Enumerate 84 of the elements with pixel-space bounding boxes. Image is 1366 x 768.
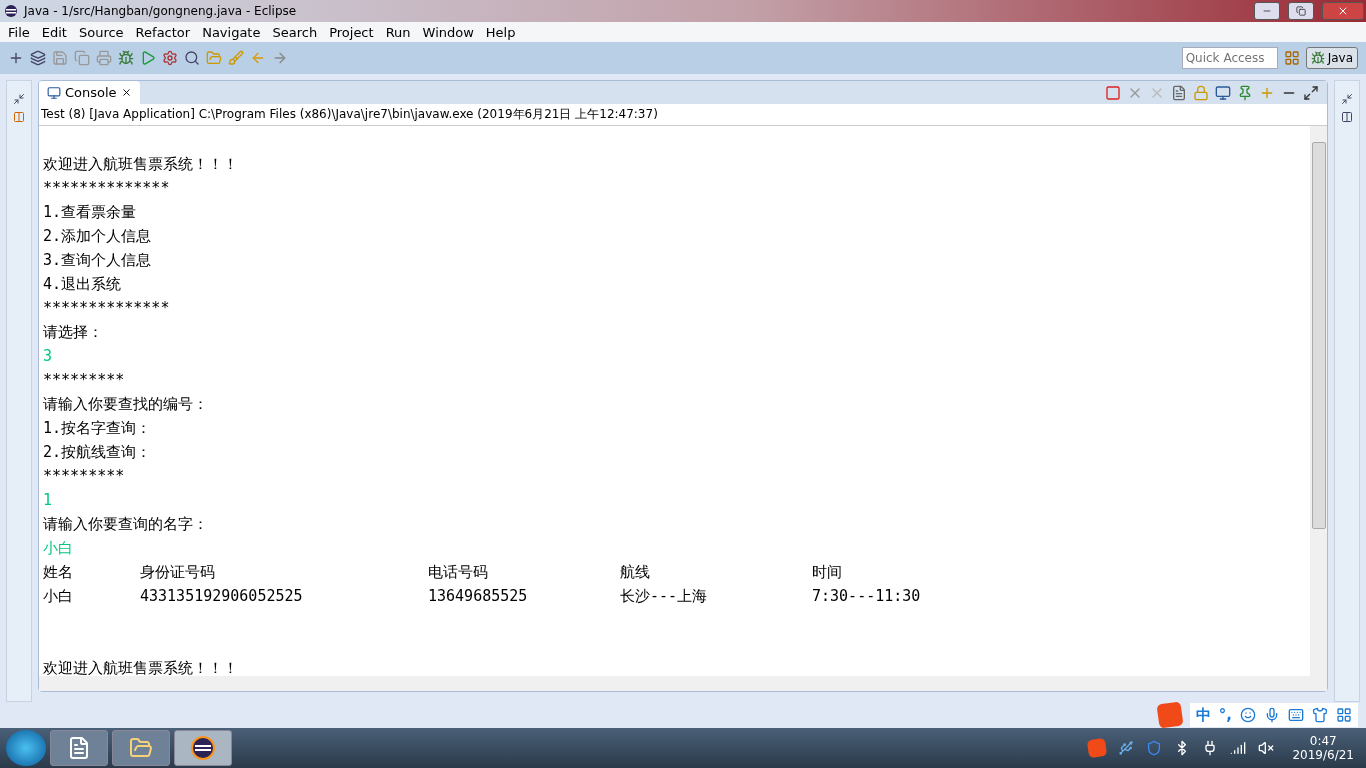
close-button[interactable]	[1322, 2, 1364, 20]
typed-input-text: 1	[43, 490, 54, 511]
console-text: 1.查看票余量	[43, 202, 138, 223]
microphone-icon[interactable]	[1264, 707, 1280, 723]
console-cell-text: 姓名	[43, 562, 74, 582]
clock-time: 0:47	[1309, 734, 1337, 748]
maximize-icon[interactable]	[1303, 84, 1319, 101]
restore-icon[interactable]	[13, 93, 25, 105]
clock-date: 2019/6/21	[1292, 748, 1354, 762]
folder-icon	[129, 736, 153, 760]
search-icon[interactable]	[184, 50, 200, 66]
usb-icon[interactable]	[1118, 740, 1135, 756]
menu-item[interactable]: Search	[266, 24, 324, 40]
console-cell-text: 13649685525	[428, 587, 529, 605]
settings-icon[interactable]	[162, 50, 178, 66]
ime-mode-text[interactable]: 中	[1195, 705, 1211, 725]
console-text: 欢迎进入航班售票系统！！！	[43, 658, 239, 676]
run-icon[interactable]	[140, 50, 156, 66]
console-text: 2.添加个人信息	[43, 226, 153, 247]
close-icon	[1337, 5, 1349, 17]
menu-item[interactable]: Help	[479, 24, 522, 40]
grid-icon[interactable]	[1336, 707, 1352, 723]
smiley-icon[interactable]	[1240, 707, 1256, 723]
columns-icon[interactable]	[1341, 111, 1353, 123]
clock[interactable]: 0:47 2019/6/21	[1286, 734, 1360, 762]
console-text: **************	[43, 298, 171, 319]
console-text: *********	[43, 466, 126, 487]
start-button[interactable]	[6, 730, 46, 766]
shirt-icon[interactable]	[1312, 707, 1328, 723]
menu-item[interactable]: Window	[416, 24, 480, 40]
menu-item[interactable]: Navigate	[196, 24, 267, 40]
monitor-icon[interactable]	[1215, 84, 1231, 101]
console-text: 请输入你要查询的名字：	[43, 514, 209, 535]
taskbar-app-button[interactable]	[174, 730, 232, 766]
new-file-icon[interactable]	[8, 50, 24, 66]
console-cell-text: 航线	[620, 562, 651, 582]
bug-icon[interactable]	[118, 50, 134, 66]
keyboard-icon[interactable]	[1288, 707, 1304, 723]
menu-item[interactable]: Run	[379, 24, 417, 40]
console-cell-text: 小白	[43, 586, 74, 606]
console-text: 3.查询个人信息	[43, 250, 153, 271]
typed-input-text: 小白	[43, 538, 74, 559]
menu-item[interactable]: File	[2, 24, 36, 40]
console-text: **************	[43, 178, 171, 199]
console-text: 请选择：	[43, 322, 104, 343]
console-text: 1.按名字查询：	[43, 418, 153, 439]
scrollbar-thumb[interactable]	[1311, 142, 1326, 529]
ime-mode-text[interactable]: °,	[1218, 706, 1232, 724]
console-cell-text: 身份证号码	[140, 562, 216, 582]
console-cell-text: 电话号码	[428, 562, 489, 582]
signal-icon[interactable]	[1230, 740, 1247, 756]
bug-icon	[1310, 51, 1325, 65]
console-cell-text: 时间	[812, 562, 843, 582]
restore-icon	[1296, 6, 1306, 16]
shield-icon[interactable]	[1146, 740, 1163, 756]
restore-button[interactable]	[1288, 2, 1314, 20]
console-tab[interactable]: Console	[39, 81, 140, 104]
stop-icon[interactable]	[1105, 84, 1121, 101]
console-text: *********	[43, 370, 126, 391]
menu-item[interactable]: Edit	[35, 24, 73, 40]
close-icon[interactable]	[120, 87, 132, 98]
quick-access-field[interactable]: Quick Access	[1181, 47, 1278, 69]
menu-item[interactable]: Source	[72, 24, 130, 40]
monitor-icon	[47, 85, 61, 100]
minimize-button[interactable]	[1254, 2, 1280, 20]
console-text: 2.按航线查询：	[43, 442, 153, 463]
perspective-icon[interactable]	[1283, 50, 1300, 66]
console-cell-text: 长沙---上海	[620, 586, 709, 606]
console-cell-text: 433135192906052525	[140, 587, 304, 605]
eclipse-icon	[4, 4, 18, 18]
console-cell-text: 7:30---11:30	[812, 587, 922, 605]
java-perspective-button[interactable]: Java	[1305, 47, 1358, 69]
console-text: 欢迎进入航班售票系统！！！	[43, 154, 239, 175]
pin-icon[interactable]	[1237, 84, 1253, 101]
menu-item[interactable]: Project	[323, 24, 380, 40]
menu-item[interactable]: Refactor	[129, 24, 197, 40]
console-text: 请输入你要查找的编号：	[43, 394, 209, 415]
typed-input-text: 3	[43, 346, 54, 367]
document-icon	[67, 736, 91, 760]
restore-icon[interactable]	[1341, 93, 1353, 105]
console-text: 4.退出系统	[43, 274, 123, 295]
eclipse-icon	[191, 736, 215, 760]
window-title: Java - 1/src/Hangban/gongneng.java - Eclipse	[24, 4, 298, 18]
muted-speaker-icon[interactable]	[1258, 740, 1275, 756]
